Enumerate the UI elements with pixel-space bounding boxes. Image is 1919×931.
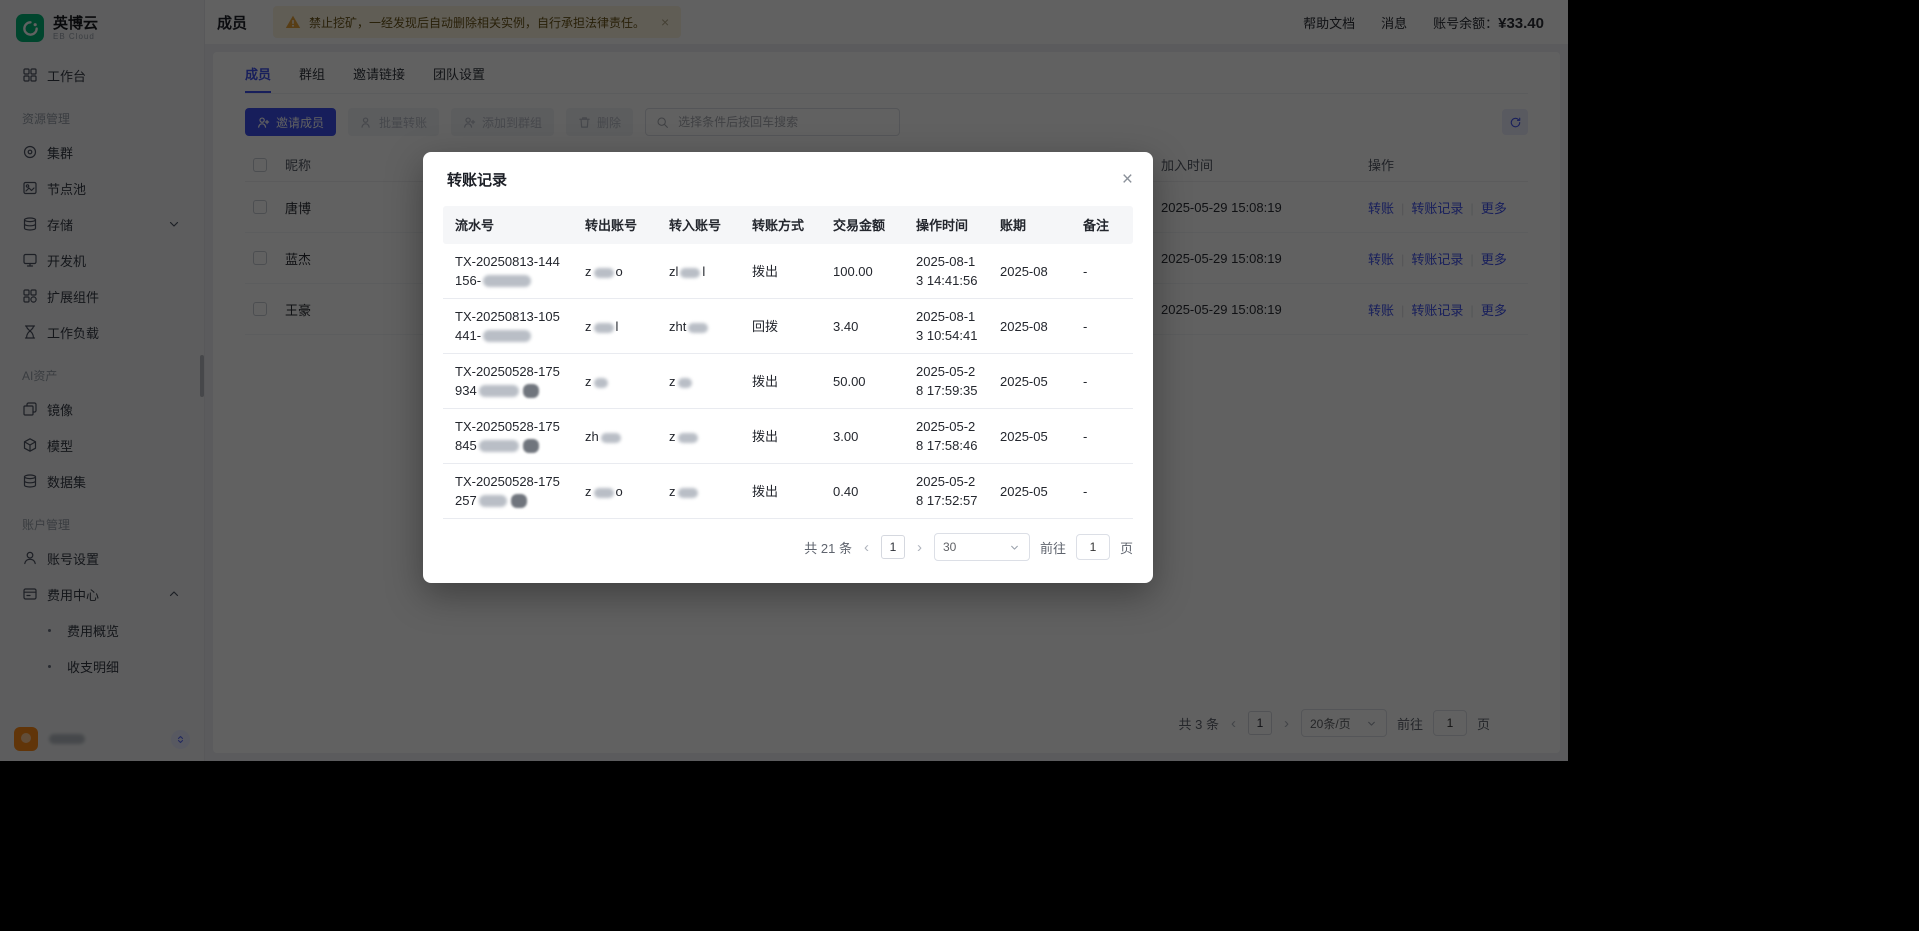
column-method: 转账方式: [740, 216, 821, 235]
method-cell: 拨出: [740, 474, 821, 509]
column-from-account: 转出账号: [573, 216, 657, 235]
next-page-icon[interactable]: ›: [915, 539, 924, 556]
column-serial: 流水号: [443, 216, 573, 235]
record-row: TX-20250528-175845 zh z 拨出 3.00 2025-05-…: [443, 409, 1133, 464]
column-to-account: 转入账号: [657, 216, 740, 235]
to-account-cell: zht: [657, 309, 740, 344]
note-cell: -: [1071, 474, 1133, 509]
redacted-blur: [523, 384, 539, 398]
redacted-blur: [678, 488, 698, 498]
amount-cell: 3.40: [821, 309, 904, 344]
period-cell: 2025-05: [988, 474, 1071, 509]
record-row: TX-20250528-175257 zo z 拨出 0.40 2025-05-…: [443, 464, 1133, 519]
redacted-blur: [594, 488, 614, 498]
amount-cell: 0.40: [821, 474, 904, 509]
redacted-blur: [523, 439, 539, 453]
serial-cell: TX-20250528-175845: [443, 409, 573, 463]
time-cell: 2025-05-28 17:52:57: [904, 464, 988, 518]
records-pagination: 共 21 条 ‹ 1 › 30 前往 页: [443, 533, 1133, 561]
record-row: TX-20250813-105441- zl zht 回拨 3.40 2025-…: [443, 299, 1133, 354]
time-cell: 2025-05-28 17:59:35: [904, 354, 988, 408]
redacted-blur: [483, 275, 531, 287]
from-account-cell: zo: [573, 474, 657, 509]
serial-cell: TX-20250528-175934: [443, 354, 573, 408]
method-cell: 拨出: [740, 364, 821, 399]
note-cell: -: [1071, 419, 1133, 454]
column-time: 操作时间: [904, 216, 988, 235]
to-account-cell: zll: [657, 254, 740, 289]
record-row: TX-20250528-175934 z z 拨出 50.00 2025-05-…: [443, 354, 1133, 409]
amount-cell: 3.00: [821, 419, 904, 454]
from-account-cell: zo: [573, 254, 657, 289]
redacted-blur: [594, 268, 614, 278]
from-account-cell: zl: [573, 309, 657, 344]
redacted-blur: [678, 378, 692, 388]
column-note: 备注: [1071, 216, 1133, 235]
from-account-cell: z: [573, 364, 657, 399]
redacted-blur: [594, 378, 608, 388]
to-account-cell: z: [657, 419, 740, 454]
goto-page-input[interactable]: [1076, 534, 1110, 560]
modal-body: 流水号 转出账号 转入账号 转账方式 交易金额 操作时间 账期 备注 TX-20…: [423, 202, 1153, 583]
column-amount: 交易金额: [821, 216, 904, 235]
redacted-blur: [688, 323, 708, 333]
method-cell: 拨出: [740, 419, 821, 454]
modal-header: 转账记录 ×: [423, 152, 1153, 202]
record-row: TX-20250813-144156- zo zll 拨出 100.00 202…: [443, 244, 1133, 299]
column-period: 账期: [988, 216, 1071, 235]
time-cell: 2025-05-28 17:58:46: [904, 409, 988, 463]
amount-cell: 50.00: [821, 364, 904, 399]
page-size-select[interactable]: 30: [934, 533, 1030, 561]
period-cell: 2025-05: [988, 419, 1071, 454]
prev-page-icon[interactable]: ‹: [862, 539, 871, 556]
transfer-records-modal: 转账记录 × 流水号 转出账号 转入账号 转账方式 交易金额 操作时间 账期 备…: [423, 152, 1153, 583]
redacted-blur: [511, 494, 527, 508]
time-cell: 2025-08-13 14:41:56: [904, 244, 988, 298]
serial-cell: TX-20250813-105441-: [443, 299, 573, 353]
records-table-header: 流水号 转出账号 转入账号 转账方式 交易金额 操作时间 账期 备注: [443, 206, 1133, 244]
amount-cell: 100.00: [821, 254, 904, 289]
page-unit-label: 页: [1120, 538, 1133, 557]
redacted-blur: [678, 433, 698, 443]
note-cell: -: [1071, 364, 1133, 399]
redacted-blur: [680, 268, 700, 278]
method-cell: 回拨: [740, 309, 821, 344]
close-icon[interactable]: ×: [1122, 170, 1133, 189]
to-account-cell: z: [657, 474, 740, 509]
redacted-blur: [479, 440, 519, 452]
page-size-value: 30: [943, 540, 956, 554]
goto-label: 前往: [1040, 538, 1066, 557]
redacted-blur: [479, 385, 519, 397]
note-cell: -: [1071, 309, 1133, 344]
modal-title: 转账记录: [447, 169, 507, 190]
redacted-blur: [601, 433, 621, 443]
period-cell: 2025-08: [988, 254, 1071, 289]
redacted-blur: [483, 330, 531, 342]
serial-cell: TX-20250528-175257: [443, 464, 573, 518]
screenshot-stage: 英博云 EB Cloud 工作台 资源管理 集群 节点池 存储: [0, 0, 1919, 931]
redacted-blur: [594, 323, 614, 333]
to-account-cell: z: [657, 364, 740, 399]
method-cell: 拨出: [740, 254, 821, 289]
redacted-blur: [479, 495, 507, 507]
page-number[interactable]: 1: [881, 535, 905, 559]
time-cell: 2025-08-13 10:54:41: [904, 299, 988, 353]
serial-cell: TX-20250813-144156-: [443, 244, 573, 298]
period-cell: 2025-08: [988, 309, 1071, 344]
total-count: 共 21 条: [804, 538, 852, 557]
from-account-cell: zh: [573, 419, 657, 454]
note-cell: -: [1071, 254, 1133, 289]
period-cell: 2025-05: [988, 364, 1071, 399]
chevron-down-icon: [1008, 541, 1021, 554]
